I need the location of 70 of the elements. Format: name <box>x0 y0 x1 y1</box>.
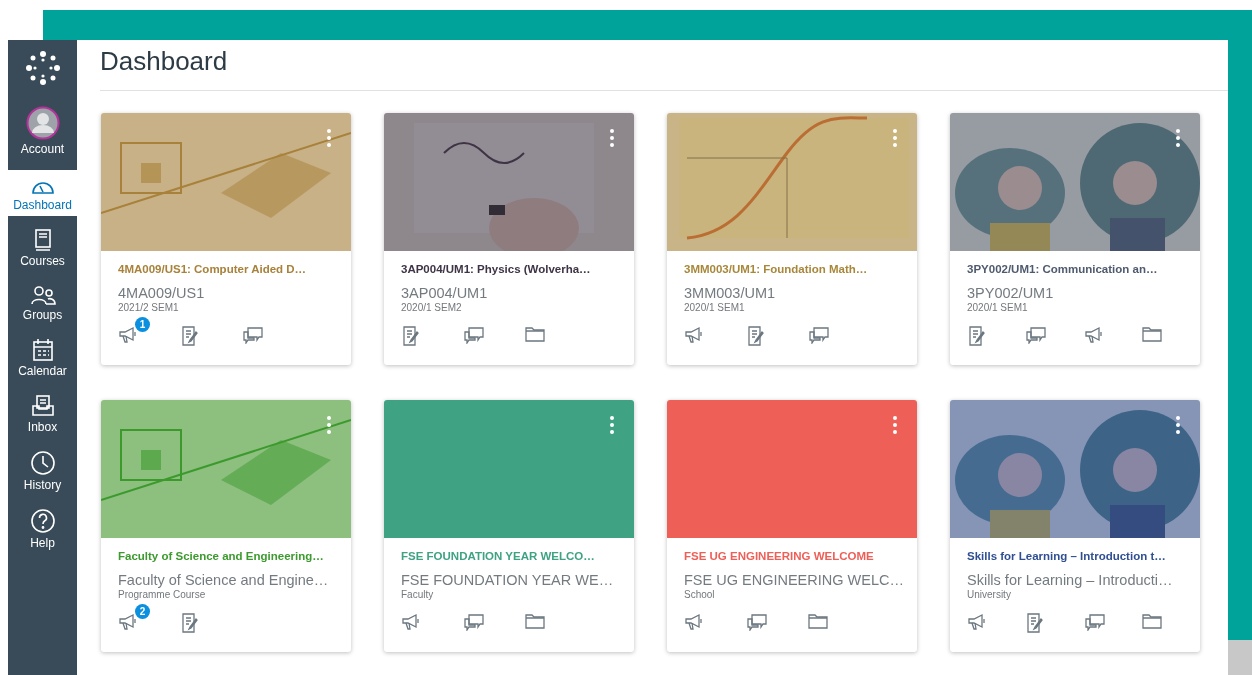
page-title: Dashboard <box>100 40 1228 91</box>
more-options-icon[interactable] <box>610 416 614 434</box>
more-options-icon[interactable] <box>327 129 331 147</box>
course-term: 2020/1 SEM1 <box>684 302 746 313</box>
help-icon <box>29 508 56 534</box>
course-code: 3AP004/UM1 <box>401 285 489 301</box>
speech-bubbles-icon[interactable] <box>463 326 485 344</box>
calendar-icon <box>31 338 54 362</box>
course-code: Skills for Learning – Introducti… <box>967 572 1174 588</box>
more-options-icon[interactable] <box>1176 416 1180 434</box>
nav-item[interactable]: Inbox <box>8 388 77 438</box>
inbox-icon <box>30 394 55 418</box>
people-icon <box>29 284 56 306</box>
course-title-link[interactable]: 3PY002/UM1: Communication an… <box>967 263 1200 280</box>
megaphone-icon[interactable] <box>118 326 138 344</box>
nav-item[interactable]: Calendar <box>8 332 77 382</box>
megaphone-icon[interactable] <box>684 613 704 631</box>
nav-item[interactable]: History <box>8 444 77 496</box>
folder-icon[interactable] <box>1141 326 1162 342</box>
course-term: 2020/1 SEM1 <box>967 302 1029 313</box>
more-options-icon[interactable] <box>1176 129 1180 147</box>
assignment-icon[interactable] <box>967 326 987 346</box>
course-title-link[interactable]: 4MA009/US1: Computer Aided D… <box>118 263 351 280</box>
unread-badge: 2 <box>135 604 150 619</box>
course-term: School <box>684 589 716 600</box>
nav-item[interactable]: Groups <box>8 278 77 326</box>
course-code: FSE FOUNDATION YEAR WE… <box>401 572 615 588</box>
folder-icon[interactable] <box>1141 613 1162 629</box>
course-title-link[interactable]: 3AP004/UM1: Physics (Wolverha… <box>401 263 634 280</box>
avatar-icon <box>25 106 60 140</box>
megaphone-icon[interactable] <box>684 326 704 344</box>
speech-bubbles-icon[interactable] <box>463 613 485 631</box>
nav-item[interactable]: Account <box>8 100 77 164</box>
course-title-link[interactable]: Skills for Learning – Introduction t… <box>967 550 1200 567</box>
course-title-link[interactable]: Faculty of Science and Engineering… <box>118 550 351 567</box>
assignment-icon[interactable] <box>180 613 200 633</box>
course-term: 2021/2 SEM1 <box>118 302 180 313</box>
course-code: 3PY002/UM1 <box>967 285 1055 301</box>
more-options-icon[interactable] <box>893 416 897 434</box>
nav-item[interactable]: Help <box>8 502 77 554</box>
course-term: Programme Course <box>118 589 207 600</box>
megaphone-icon[interactable] <box>1083 326 1104 344</box>
course-code: Faculty of Science and Engine… <box>118 572 330 588</box>
more-options-icon[interactable] <box>610 129 614 147</box>
assignment-icon[interactable] <box>180 326 200 346</box>
folder-icon[interactable] <box>808 613 828 629</box>
assignment-icon[interactable] <box>401 326 421 346</box>
folder-icon[interactable] <box>525 326 545 342</box>
course-term: 2020/1 SEM2 <box>401 302 463 313</box>
megaphone-icon[interactable] <box>401 613 421 631</box>
nav-item[interactable]: Dashboard <box>8 170 77 216</box>
assignment-icon[interactable] <box>746 326 766 346</box>
course-term: Faculty <box>401 589 435 600</box>
clock-icon <box>29 450 56 476</box>
folder-icon[interactable] <box>525 613 545 629</box>
speech-bubbles-icon[interactable] <box>1083 613 1106 631</box>
speech-bubbles-icon[interactable] <box>808 326 830 344</box>
book-icon <box>32 228 53 252</box>
course-term: University <box>967 589 1012 600</box>
course-code: 4MA009/US1 <box>118 285 206 301</box>
nav-item[interactable]: Courses <box>8 222 77 272</box>
speech-bubbles-icon[interactable] <box>242 326 264 344</box>
speech-bubbles-icon[interactable] <box>1025 326 1048 344</box>
megaphone-icon[interactable] <box>118 613 138 631</box>
course-code: FSE UG ENGINEERING WELC… <box>684 572 905 588</box>
megaphone-icon[interactable] <box>967 613 987 631</box>
unread-badge: 1 <box>135 317 150 332</box>
more-options-icon[interactable] <box>327 416 331 434</box>
course-code: 3MM003/UM1 <box>684 285 777 301</box>
speech-bubbles-icon[interactable] <box>746 613 768 631</box>
